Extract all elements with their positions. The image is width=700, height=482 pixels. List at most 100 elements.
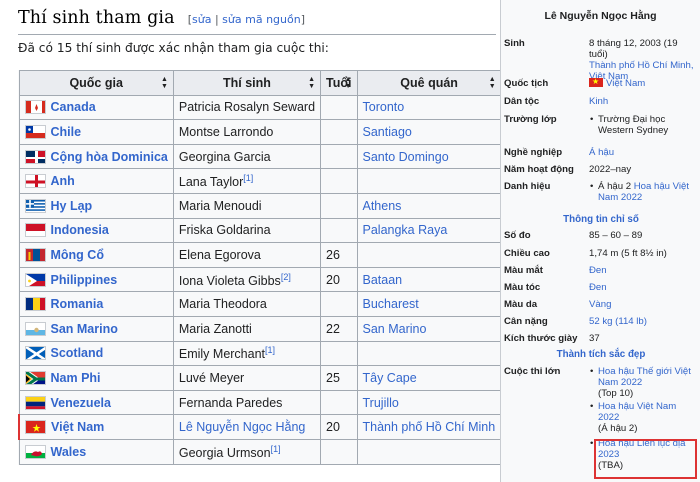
reference-link[interactable]: [2] [281,272,291,282]
table-row: Mông Cổ Elena Egorova 26 [18,242,500,268]
header-age[interactable]: Tuổi ▲ ▼ [320,70,358,96]
country-cell: Cộng hòa Dominica [18,143,174,170]
age-cell [320,217,358,244]
contestant-name: Maria Zanotti [178,321,252,336]
country-link[interactable]: Mông Cổ [51,248,104,262]
contestant-name: Iona Violeta Gibbs [178,273,281,288]
hometown-link[interactable]: Santo Domingo [363,150,449,164]
hometown-link[interactable]: Bucharest [363,297,419,311]
age-cell: 25 [320,365,358,391]
edit-source-link[interactable]: sửa mã nguồn [222,13,301,26]
infobox-row-ethnicity: Dân tộc Kinh [504,96,698,107]
country-cell: Anh [18,168,174,194]
sort-icon[interactable]: ▲ ▼ [345,76,352,90]
reference-link[interactable]: [1] [243,173,253,183]
title-prefix: Á hậu 2 [598,181,634,192]
mongolia-flag-icon [24,247,46,262]
hometown-link[interactable]: Tây Cape [363,371,417,385]
infobox-row-bust: Số đo 85 – 60 – 89 [504,230,698,241]
table-row: Cộng hòa Dominica Georgina Garcia Santo Do… [18,143,500,170]
country-cell: Chile [18,119,174,145]
hair-link[interactable]: Đen [589,282,607,293]
contestant-cell: Maria Zanotti [172,315,322,342]
contestant-name: Elena Egorova [178,247,261,262]
intro-text: Đã có 15 thí sinh được xác nhận tham gia… [18,41,329,55]
contest-link[interactable]: Hoa hậu Thế giới Việt Nam 2022 [598,366,691,388]
reference-link[interactable]: [1] [265,345,275,355]
age-cell [320,94,358,121]
age-cell [320,168,358,194]
contestant-name: Patricia Rosalyn Seward [178,100,316,115]
hometown-link[interactable]: Bataan [363,273,403,287]
reference-link[interactable]: [1] [271,444,281,454]
hometown-cell [356,242,500,268]
country-link[interactable]: Philippines [51,273,118,287]
infobox-label: Cuộc thi lớn [504,366,561,377]
eye-link[interactable]: Đen [589,265,607,276]
country-link[interactable]: Wales [51,445,87,459]
skin-link[interactable]: Vàng [589,299,611,310]
header-contestant[interactable]: Thí sinh ▲ ▼ [172,70,322,96]
hometown-cell: Santo Domingo [356,143,500,170]
country-link[interactable]: Việt Nam [51,420,104,434]
contestant-link[interactable]: Lê Nguyễn Ngọc Hằng [179,420,305,434]
vietnam-flag-icon [25,420,46,435]
hometown-link[interactable]: Santiago [363,125,412,139]
school-value: Trường Đại học Western Sydney [589,114,698,136]
hometown-cell: Bucharest [356,291,500,317]
infobox-row-nationality: Quốc tịch Việt Nam [504,76,698,89]
contestant-cell: Maria Menoudi [172,192,322,219]
hometown-link[interactable]: Athens [363,199,402,213]
table-row: San Marino Maria Zanotti 22 San Marino [18,315,500,342]
nationality-link[interactable]: Việt Nam [606,78,645,89]
table-row: Anh Lana Taylor[1] [18,168,500,194]
infobox-label: Màu tóc [504,282,541,293]
hometown-link[interactable]: San Marino [363,322,427,336]
hometown-link[interactable]: Thành phố Hồ Chí Minh [363,420,496,434]
sort-icon[interactable]: ▲ ▼ [161,76,168,90]
country-link[interactable]: Indonesia [51,223,109,237]
infobox-title: Lê Nguyễn Ngọc Hằng [544,10,657,22]
hometown-link[interactable]: Toronto [363,100,405,114]
canada-flag-icon [24,100,46,115]
infobox-row-shoe: Kích thước giày 37 [504,333,698,344]
country-link[interactable]: San Marino [51,322,118,336]
contestant-cell: Friska Goldarina [172,217,322,244]
hometown-cell: Tây Cape [356,365,500,391]
infobox-label: Danh hiệu [504,181,551,192]
country-link[interactable]: Nam Phi [51,371,101,385]
sort-icon[interactable]: ▲ ▼ [308,76,315,90]
infobox-label: Màu mắt [504,265,543,276]
contest-link[interactable]: Hoa hậu Việt Nam 2022 [598,401,676,423]
infobox-row-active: Năm hoạt động 2022–nay [504,164,698,175]
country-link[interactable]: Hy Lạp [51,199,93,213]
country-link[interactable]: Venezuela [51,396,111,410]
sanmarino-flag-icon [24,321,46,336]
country-link[interactable]: Romania [51,297,104,311]
contestant-name: Maria Theodora [178,297,267,312]
edit-link[interactable]: sửa [192,13,211,26]
table-row: Venezuela Fernanda Paredes Trujillo [18,389,500,416]
wales-flag-icon [24,444,46,459]
country-link[interactable]: Chile [51,125,82,139]
infobox-row-occupation: Nghề nghiệp Á hậu [504,147,698,158]
weight-link[interactable]: 52 kg (114 lb) [589,316,647,327]
country-link[interactable]: Cộng hòa Dominica [51,150,168,164]
sort-icon[interactable]: ▲ ▼ [489,76,496,90]
country-link[interactable]: Canada [51,100,96,114]
age-cell: 26 [320,242,358,268]
hometown-link[interactable]: Palangka Raya [363,223,448,237]
table-header-row: Quốc gia ▲ ▼ Thí sinh ▲ ▼ Tuổi ▲ ▼ Quê quán ▲ ▼ [18,70,500,96]
occupation-link[interactable]: Á hậu [589,147,614,158]
header-country[interactable]: Quốc gia ▲ ▼ [18,70,174,96]
contestant-cell: Elena Egorova [172,242,322,268]
venezuela-flag-icon [24,395,46,410]
pageant-header: Thành tích sắc đẹp [556,349,646,360]
table-row: Chile Montse Larrondo Santiago [18,119,500,145]
hometown-cell: Palangka Raya [356,217,500,244]
country-link[interactable]: Anh [51,174,75,188]
ethnicity-link[interactable]: Kinh [589,96,608,107]
country-link[interactable]: Scotland [51,346,104,360]
hometown-link[interactable]: Trujillo [363,396,399,410]
header-hometown[interactable]: Quê quán ▲ ▼ [356,70,500,96]
